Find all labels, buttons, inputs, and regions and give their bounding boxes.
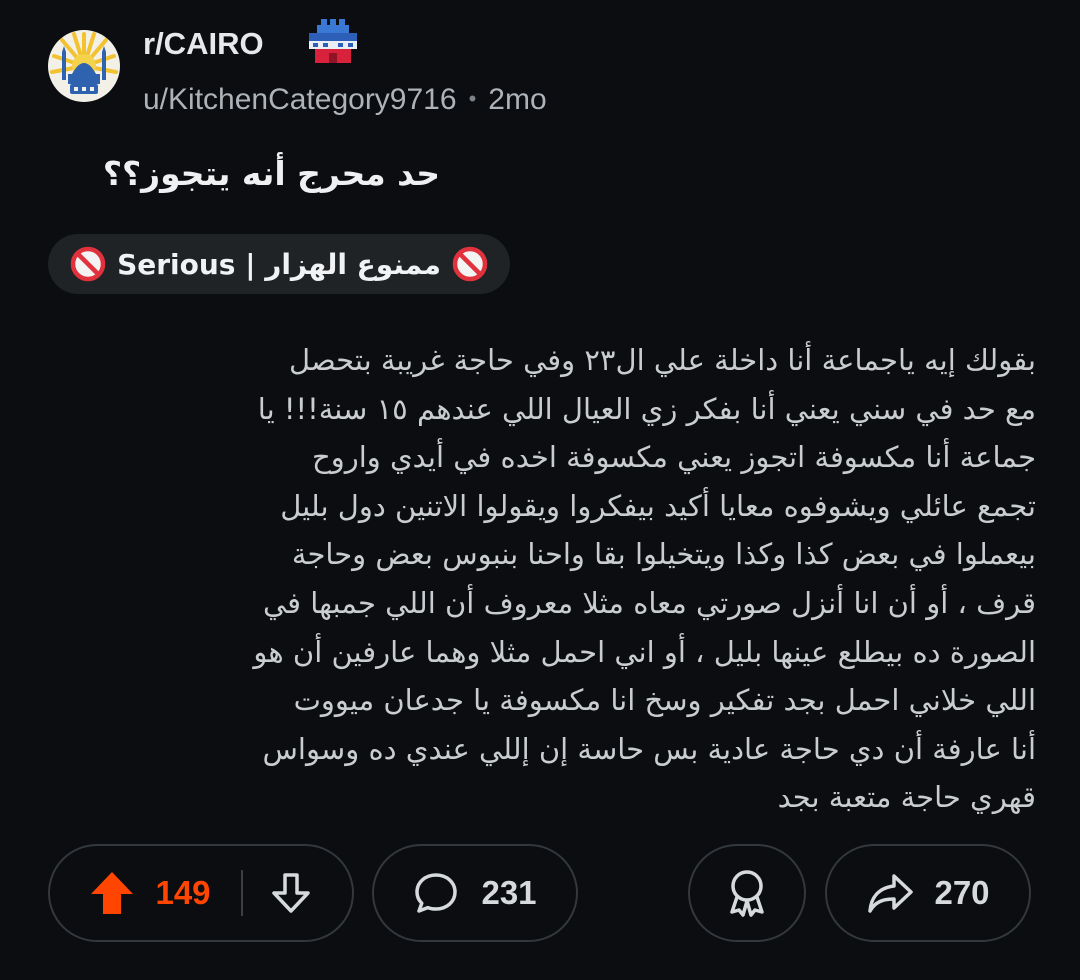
post-body-line: الصورة ده بيطلع عينها بليل ، أو اني احمل… <box>253 634 1036 669</box>
comment-count: 231 <box>481 874 537 911</box>
post-body-line: قرف ، أو أن انا أنزل صورتي معاه مثلا معر… <box>263 585 1036 620</box>
author-name[interactable]: u/KitchenCategory9716 <box>143 83 457 116</box>
post-body-line: جماعة أنا مكسوفة اتجوز يعني مكسوفة اخده … <box>311 440 1036 475</box>
post-screen: r/CAIRO u/KitchenCategory9716 • 2mo حد محر… <box>0 0 1080 980</box>
post-flair[interactable]: Serious | ممنوع الهزار <box>48 234 510 294</box>
cairo-mosque-logo-icon[interactable] <box>48 30 120 102</box>
share-button[interactable]: 270 <box>825 844 1031 942</box>
award-button[interactable] <box>688 844 806 942</box>
post-body-line: تجمع عائلي ويشوفوه معايا أكيد بيفكروا وي… <box>280 488 1036 523</box>
post-body-line: قهري حاجة متعبة بجد <box>777 780 1036 815</box>
post-body: بقولك إيه ياجماعة أنا داخلة علي ال٢٣ وفي… <box>46 336 1036 822</box>
arrow-up-icon[interactable] <box>89 870 135 916</box>
no-entry-icon <box>452 246 488 282</box>
post-body-line: بيعملوا في بعض كذا وكذا ويتخيلوا بقا واح… <box>291 537 1036 572</box>
subreddit-name[interactable]: r/CAIRO <box>143 26 264 62</box>
flair-label: Serious | ممنوع الهزار <box>117 247 441 281</box>
speech-bubble-icon <box>415 873 458 913</box>
post-body-line: اللي خلاني احمل بجد تفكير وسخ انا مكسوفة… <box>293 683 1036 718</box>
post-body-line: أنا عارفة أن دي حاجة عادية بس حاسة إن إل… <box>262 731 1036 766</box>
arrow-down-icon[interactable] <box>269 871 313 915</box>
vote-score: 149 <box>155 874 211 911</box>
comments-button[interactable]: 231 <box>372 844 578 942</box>
vote-bar: 149 <box>48 844 354 942</box>
award-ribbon-icon <box>730 870 764 917</box>
post-byline: u/KitchenCategory9716 • 2mo <box>143 81 547 118</box>
no-entry-icon <box>70 246 106 282</box>
byline-separator: • <box>468 86 477 111</box>
post-age: 2mo <box>488 83 547 116</box>
post-body-line: بقولك إيه ياجماعة أنا داخلة علي ال٢٣ وفي… <box>289 343 1036 377</box>
post-body-line: مع حد في سني يعني أنا بفكر زي العيال الل… <box>257 391 1036 426</box>
share-arrow-icon <box>868 874 914 913</box>
share-count: 270 <box>934 874 990 911</box>
cairo-castle-icon <box>305 17 361 67</box>
post-title[interactable]: حد محرج أنه يتجوز؟؟ <box>103 150 440 198</box>
vote-divider <box>240 870 243 916</box>
